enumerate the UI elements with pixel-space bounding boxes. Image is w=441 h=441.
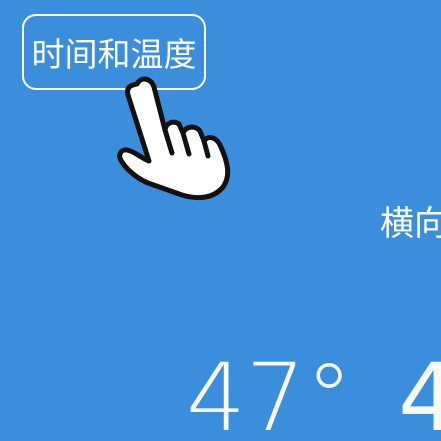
hand-pointer-icon [117, 76, 231, 201]
temperature-reading: 47° [186, 344, 353, 441]
partial-temperature-reading: 4 [398, 344, 441, 441]
time-and-temperature-label: 时间和温度 [31, 35, 197, 74]
watch-face-settings-screen: 时间和温度 横向 47° 4 [0, 0, 441, 441]
horizontal-layout-label: 横向 [380, 204, 441, 244]
